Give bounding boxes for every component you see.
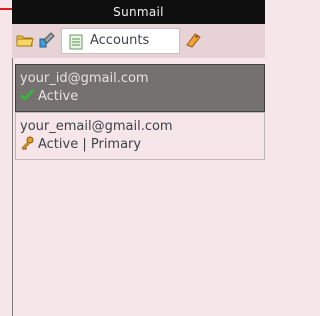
tab-accounts[interactable]: Accounts [61, 28, 180, 54]
accounts-list: your_id@gmail.com Active your_email@gmai… [12, 58, 265, 316]
window-title: Sunmail [113, 5, 164, 19]
title-bar: Sunmail [12, 0, 265, 24]
tag-icon[interactable] [184, 31, 202, 49]
wrench-icon[interactable] [38, 31, 56, 49]
account-status: Active | Primary [38, 136, 142, 152]
account-row-selected[interactable]: your_id@gmail.com Active [15, 64, 265, 112]
account-status: Active [38, 88, 79, 104]
key-icon [20, 135, 34, 154]
folder-icon[interactable] [16, 31, 34, 49]
accent-line [0, 8, 12, 10]
document-icon [68, 33, 86, 51]
tab-accounts-label: Accounts [90, 33, 150, 48]
checkmark-icon [20, 87, 34, 106]
tab-bar: Accounts [12, 24, 265, 58]
account-row[interactable]: your_email@gmail.com Active | Primary [15, 112, 265, 160]
account-email: your_id@gmail.com [20, 71, 149, 86]
account-email: your_email@gmail.com [20, 119, 173, 134]
